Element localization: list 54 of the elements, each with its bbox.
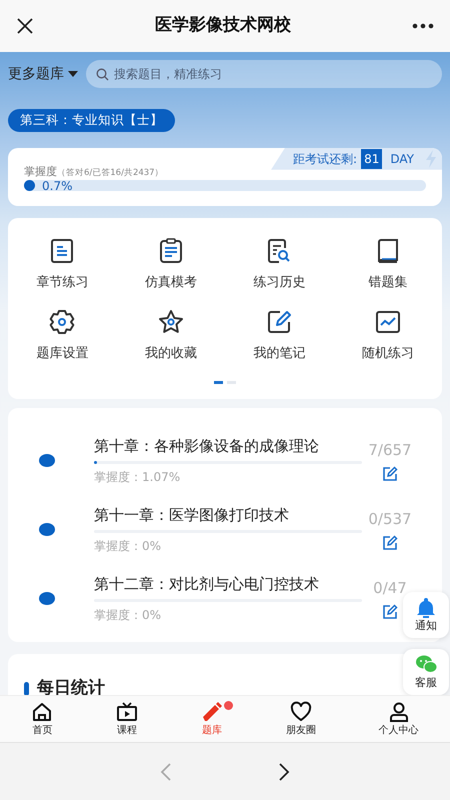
title-accent-bar [24,682,29,695]
floating-button[interactable]: 通知 [403,592,449,638]
days-unit: DAY [390,150,414,168]
tab[interactable]: 朋友圈 [254,696,348,742]
mastery-detail: （答对6/已答16/共2437） [57,166,164,180]
chapter-title[interactable]: 第十二章：对比剂与心电门控技术 [94,572,362,595]
forward-chevron-icon [278,762,290,782]
page-title: 医学影像技术网校 [155,14,291,38]
edit-icon[interactable] [382,604,398,620]
answer-count: 7/657 [368,440,412,461]
back-chevron-icon [160,762,172,782]
search-icon [96,68,109,81]
tab[interactable]: 题库 [170,696,254,742]
feature-button[interactable]: 题库设置 [8,307,116,365]
heart-icon [290,700,312,722]
feature-button[interactable]: 错题集 [334,236,442,294]
subject-pill[interactable]: 第三科：专业知识【士】 [8,109,175,132]
mastery-label: 掌握度 [24,164,57,180]
mastery-text: 掌握度：0% [94,538,162,555]
close-icon[interactable] [16,17,34,35]
edit-icon[interactable] [382,534,398,550]
chapter-title[interactable]: 第十章：各种影像设备的成像理论 [94,434,362,457]
answer-count: 0/537 [368,509,412,530]
feature-button[interactable]: 仿真模考 [116,236,225,294]
mastery-text: 掌握度：0% [94,607,162,624]
gear-icon [48,308,76,336]
feature-button[interactable]: 我的笔记 [225,307,334,365]
caret-icon [68,71,78,77]
more-banks-dropdown[interactable]: 更多题库 [8,64,78,84]
home-icon [31,700,54,722]
feature-button[interactable]: 随机练习 [334,307,442,365]
tv-icon [116,700,138,722]
countdown-label: 距考试还剩: [293,150,358,168]
lightning-icon [424,150,438,168]
pencil-icon [200,700,223,722]
feature-button[interactable]: 我的收藏 [116,307,225,365]
floating-button[interactable]: 客服 [403,649,449,695]
person-icon [388,700,410,722]
progress-reading: 0.7% [42,178,72,196]
more-icon[interactable] [412,23,434,29]
tab[interactable]: 首页 [0,696,85,742]
chat-bubbles-icon [415,652,437,675]
mastery-text: 掌握度：1.07% [94,469,182,486]
feature-button[interactable]: 练习历史 [225,236,334,294]
chapter-dot [39,454,55,467]
feature-button[interactable]: 章节练习 [8,236,116,294]
bell-icon [415,596,437,618]
tab[interactable]: 个人中心 [347,696,450,742]
chapter-title[interactable]: 第十一章：医学图像打印技术 [94,504,362,526]
chapter-dot [39,592,55,605]
days-count: 81 [361,148,382,169]
edit-icon[interactable] [382,466,398,482]
tab[interactable]: 课程 [84,696,170,742]
chapter-dot [39,522,55,536]
